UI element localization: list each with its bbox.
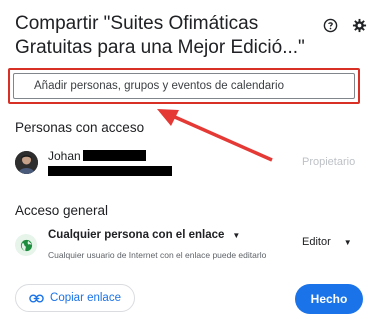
gear-icon[interactable] (351, 17, 367, 33)
person-name: Johan (48, 149, 81, 163)
share-input-highlight (8, 68, 360, 104)
general-access-heading: Acceso general (15, 203, 109, 218)
people-with-access-heading: Personas con acceso (15, 120, 145, 135)
general-access-selected: Cualquier persona con el enlace (48, 229, 225, 241)
link-icon (29, 294, 44, 302)
done-button[interactable]: Hecho (295, 284, 363, 314)
globe-icon (15, 234, 37, 256)
copy-link-label: Copiar enlace (50, 292, 121, 304)
avatar (15, 151, 38, 174)
general-access-description: Cualquier usuario de Internet con el enl… (48, 250, 267, 260)
redacted-name-bar (83, 150, 146, 161)
caret-down-icon: ▼ (343, 237, 352, 247)
link-role-dropdown[interactable]: Editor ▼ (302, 236, 352, 248)
share-dialog: Compartir "Suites Ofimáticas Gratuitas p… (0, 0, 380, 331)
share-input-box (13, 73, 355, 99)
caret-down-icon: ▼ (232, 230, 241, 240)
link-role-label: Editor (302, 236, 331, 248)
help-circle-icon[interactable] (322, 17, 338, 33)
copy-link-button[interactable]: Copiar enlace (15, 284, 135, 312)
redacted-email-bar (48, 166, 172, 176)
owner-role-label: Propietario (302, 156, 356, 168)
general-access-dropdown[interactable]: Cualquier persona con el enlace ▼ (48, 229, 240, 241)
dialog-title: Compartir "Suites Ofimáticas Gratuitas p… (15, 13, 305, 58)
share-people-input[interactable] (34, 74, 344, 98)
